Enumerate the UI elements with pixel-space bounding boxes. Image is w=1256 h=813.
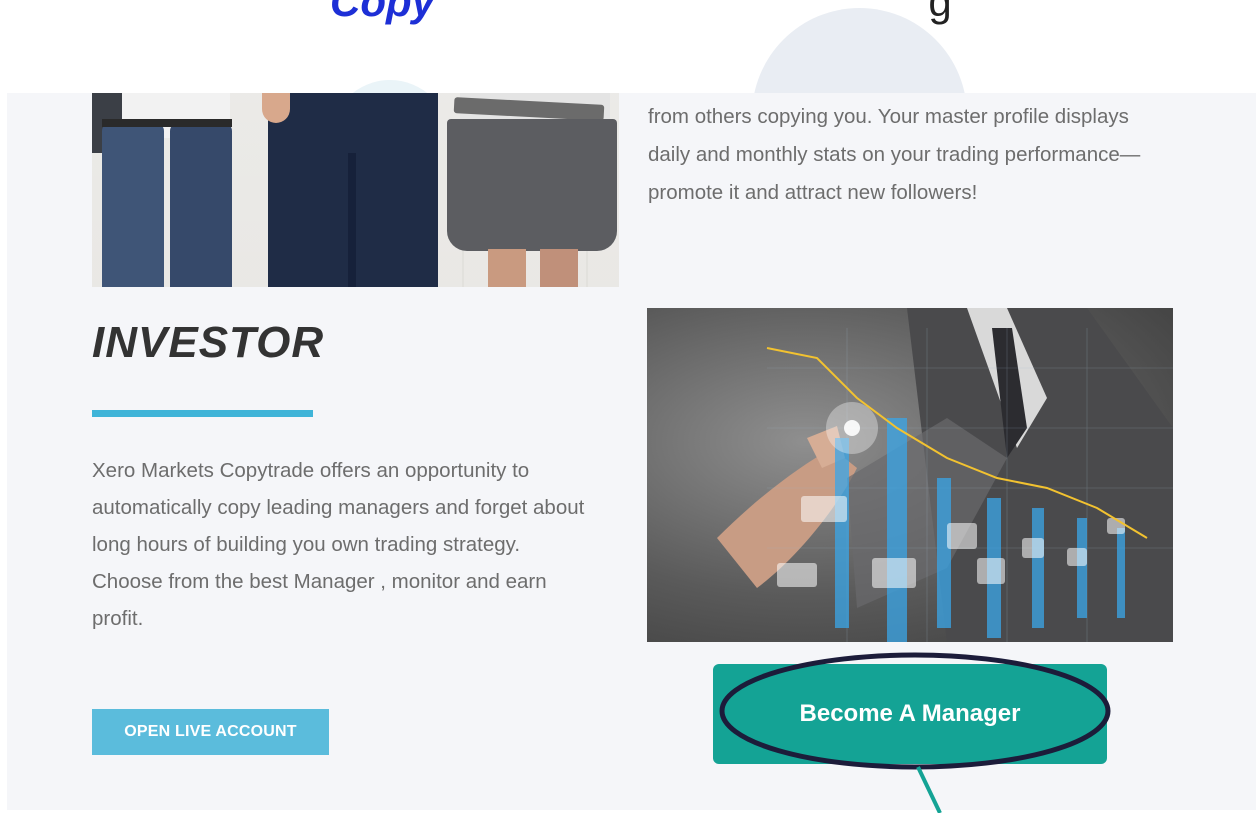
open-live-account-button[interactable]: OPEN LIVE ACCOUNT <box>92 709 329 755</box>
master-description: from others copying you. Your master pro… <box>648 105 1141 204</box>
heading-brand-word: Copy <box>330 0 435 25</box>
investor-title: INVESTOR <box>92 318 325 367</box>
investor-description: Xero Markets Copytrade offers an opportu… <box>92 459 585 630</box>
title-underline <box>92 410 313 417</box>
heading-tail: g <box>928 0 952 25</box>
section-heading: Copy g <box>330 0 952 26</box>
trading-chart-photo <box>647 308 1173 642</box>
people-photo <box>92 93 619 287</box>
become-manager-button[interactable]: Become A Manager <box>713 664 1107 764</box>
page: Copy g INVESTOR Xero Markets Copytrade o… <box>0 0 1256 813</box>
